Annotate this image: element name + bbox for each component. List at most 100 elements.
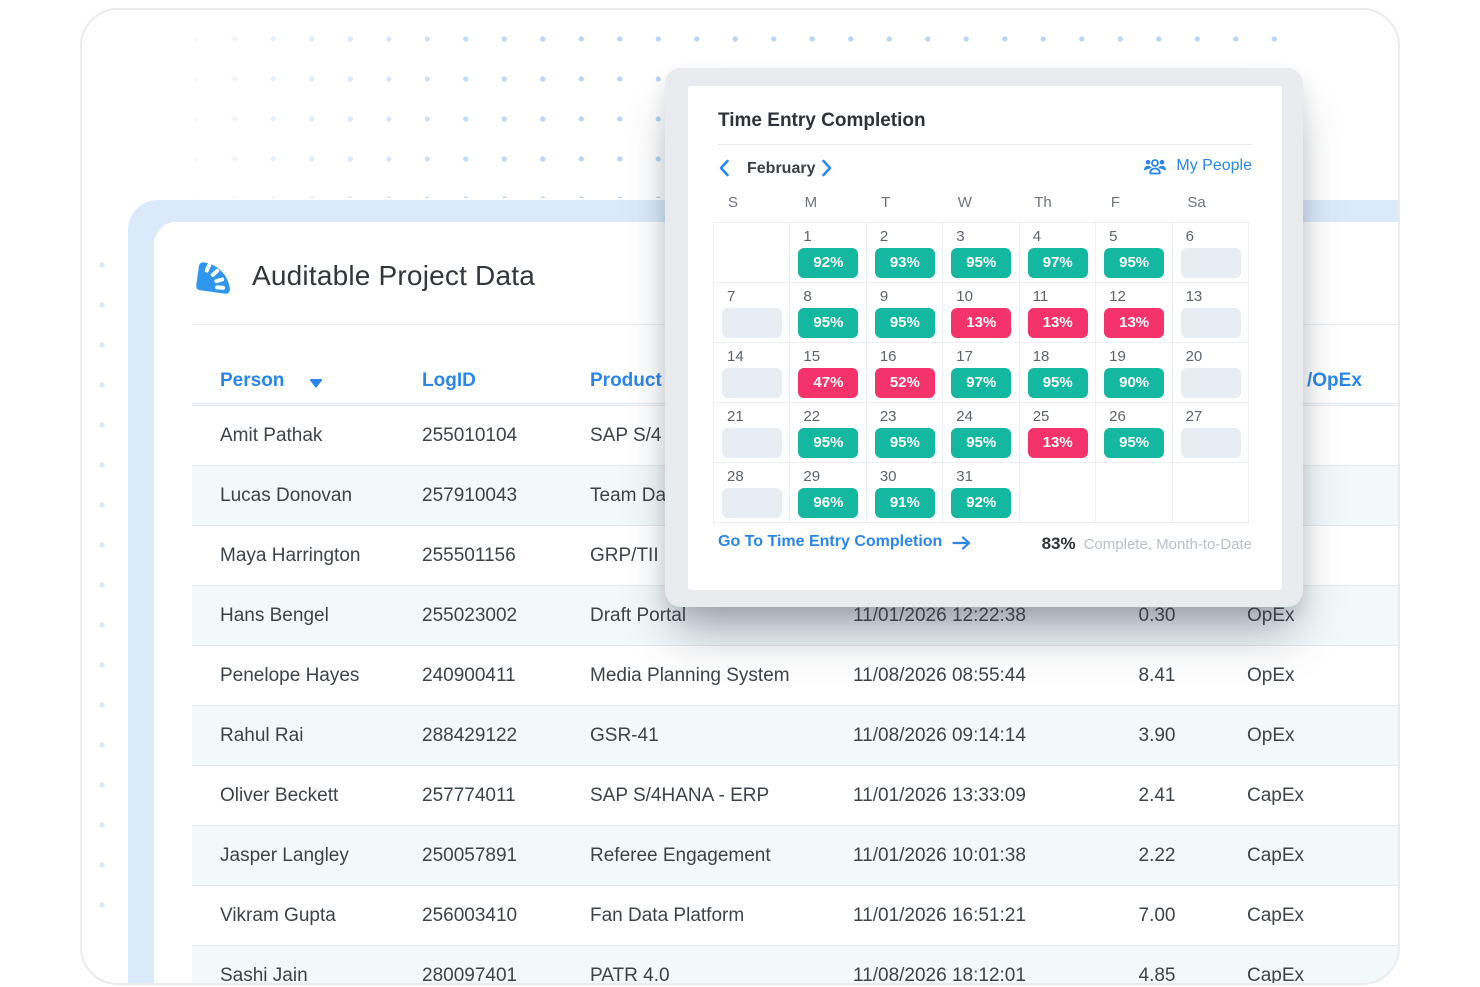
calendar-day-cell: 3192% xyxy=(943,463,1019,523)
go-to-time-entry-link[interactable]: Go To Time Entry Completion xyxy=(718,533,972,551)
cell-person: Sashi Jain xyxy=(220,946,308,985)
calendar-day-cell: 2513% xyxy=(1020,403,1096,463)
calendar-day-cell: 13 xyxy=(1173,283,1249,343)
calendar-day-cell: 595% xyxy=(1096,223,1172,283)
table-row[interactable]: Sashi Jain280097401PATR 4.011/08/2026 18… xyxy=(192,945,1400,985)
calendar-day-cell: 192% xyxy=(790,223,866,283)
weekday-label: Th xyxy=(1034,194,1052,211)
day-completion-badge[interactable]: 95% xyxy=(1028,368,1088,398)
cell-person: Lucas Donovan xyxy=(220,466,352,526)
day-number: 22 xyxy=(803,408,820,425)
cell-capex: OpEx xyxy=(1247,706,1295,766)
my-people-link[interactable]: My People xyxy=(1143,157,1252,175)
day-completion-badge[interactable]: 95% xyxy=(1104,248,1164,278)
calendar-day-cell: 995% xyxy=(867,283,943,343)
day-number: 7 xyxy=(727,288,735,305)
day-completion-badge[interactable]: 52% xyxy=(875,368,935,398)
day-badge-empty xyxy=(1181,428,1241,458)
day-number: 9 xyxy=(880,288,888,305)
day-completion-badge[interactable]: 13% xyxy=(1028,308,1088,338)
day-number: 24 xyxy=(956,408,973,425)
cell-product: SAP S/4 xyxy=(590,406,661,466)
calendar-grid: 192%293%395%497%595%67895%995%1013%1113%… xyxy=(713,222,1249,524)
day-number: 31 xyxy=(956,468,973,485)
cell-hours: 2.41 xyxy=(1117,766,1197,826)
cell-logid: 255501156 xyxy=(422,526,516,586)
day-number: 1 xyxy=(803,228,811,245)
day-number: 13 xyxy=(1186,288,1203,305)
day-completion-badge[interactable]: 92% xyxy=(798,248,858,278)
day-completion-badge[interactable]: 90% xyxy=(1104,368,1164,398)
day-completion-badge[interactable]: 95% xyxy=(1104,428,1164,458)
time-entry-completion-panel: Time Entry Completion February My People xyxy=(665,68,1303,607)
cell-timestamp: 11/08/2026 08:55:44 xyxy=(853,646,1026,706)
cell-person: Maya Harrington xyxy=(220,526,360,586)
day-completion-badge[interactable]: 95% xyxy=(951,248,1011,278)
previous-month-icon[interactable] xyxy=(718,159,730,177)
cell-person: Amit Pathak xyxy=(220,406,322,466)
cell-product: Referee Engagement xyxy=(590,826,771,886)
day-badge-empty xyxy=(722,308,782,338)
cell-hours: 2.22 xyxy=(1117,826,1197,886)
day-completion-badge[interactable]: 95% xyxy=(875,308,935,338)
day-badge-empty xyxy=(722,488,782,518)
day-completion-badge[interactable]: 95% xyxy=(798,428,858,458)
cell-capex: CapEx xyxy=(1247,946,1304,985)
calendar-day-cell: 1652% xyxy=(867,343,943,403)
dot-pattern-left xyxy=(94,238,110,938)
calendar-day-cell: 293% xyxy=(867,223,943,283)
cell-timestamp: 11/01/2026 13:33:09 xyxy=(853,766,1026,826)
completion-percent: 83% xyxy=(1042,534,1076,554)
day-completion-badge[interactable]: 97% xyxy=(1028,248,1088,278)
table-row[interactable]: Penelope Hayes240900411Media Planning Sy… xyxy=(192,645,1400,705)
day-completion-badge[interactable]: 92% xyxy=(951,488,1011,518)
day-badge-empty xyxy=(722,428,782,458)
next-month-icon[interactable] xyxy=(821,159,833,177)
table-row[interactable]: Rahul Rai288429122GSR-4111/08/2026 09:14… xyxy=(192,705,1400,765)
cell-product: GRP/TII xyxy=(590,526,659,586)
weekday-row: SMTWThFSa xyxy=(713,194,1249,218)
calendar-day-cell: 1013% xyxy=(943,283,1019,343)
day-badge-empty xyxy=(1181,308,1241,338)
day-number: 17 xyxy=(956,348,973,365)
day-completion-badge[interactable]: 96% xyxy=(798,488,858,518)
cell-product: GSR-41 xyxy=(590,706,659,766)
table-row[interactable]: Vikram Gupta256003410Fan Data Platform11… xyxy=(192,885,1400,945)
calendar-day-cell: 2395% xyxy=(867,403,943,463)
day-completion-badge[interactable]: 13% xyxy=(951,308,1011,338)
cell-hours: 8.41 xyxy=(1117,646,1197,706)
day-completion-badge[interactable]: 97% xyxy=(951,368,1011,398)
cell-logid: 257774011 xyxy=(422,766,516,826)
day-badge-empty xyxy=(722,368,782,398)
table-row[interactable]: Jasper Langley250057891Referee Engagemen… xyxy=(192,825,1400,885)
cell-capex: OpEx xyxy=(1247,646,1295,706)
cell-timestamp: 11/01/2026 16:51:21 xyxy=(853,886,1026,946)
day-number: 11 xyxy=(1033,288,1049,305)
day-number: 20 xyxy=(1186,348,1203,365)
day-number: 30 xyxy=(880,468,897,485)
day-number: 26 xyxy=(1109,408,1126,425)
cell-product: Team Da xyxy=(590,466,666,526)
people-group-icon xyxy=(1143,157,1167,175)
weekday-label: T xyxy=(881,194,890,211)
day-completion-badge[interactable]: 13% xyxy=(1028,428,1088,458)
day-number: 27 xyxy=(1186,408,1203,425)
day-completion-badge[interactable]: 95% xyxy=(798,308,858,338)
day-badge-empty xyxy=(1181,248,1241,278)
day-completion-badge[interactable]: 93% xyxy=(875,248,935,278)
divider xyxy=(718,144,1252,145)
cell-logid: 255010104 xyxy=(422,406,517,466)
cell-hours: 7.00 xyxy=(1117,886,1197,946)
day-completion-badge[interactable]: 95% xyxy=(875,428,935,458)
cell-timestamp: 11/08/2026 09:14:14 xyxy=(853,706,1026,766)
day-completion-badge[interactable]: 47% xyxy=(798,368,858,398)
calendar-day-cell: 895% xyxy=(790,283,866,343)
day-completion-badge[interactable]: 95% xyxy=(951,428,1011,458)
day-number: 12 xyxy=(1109,288,1126,305)
calendar-day-cell xyxy=(1020,463,1096,523)
table-row[interactable]: Oliver Beckett257774011SAP S/4HANA - ERP… xyxy=(192,765,1400,825)
day-completion-badge[interactable]: 91% xyxy=(875,488,935,518)
day-completion-badge[interactable]: 13% xyxy=(1104,308,1164,338)
calendar-day-cell: 1797% xyxy=(943,343,1019,403)
cell-logid: 257910043 xyxy=(422,466,517,526)
